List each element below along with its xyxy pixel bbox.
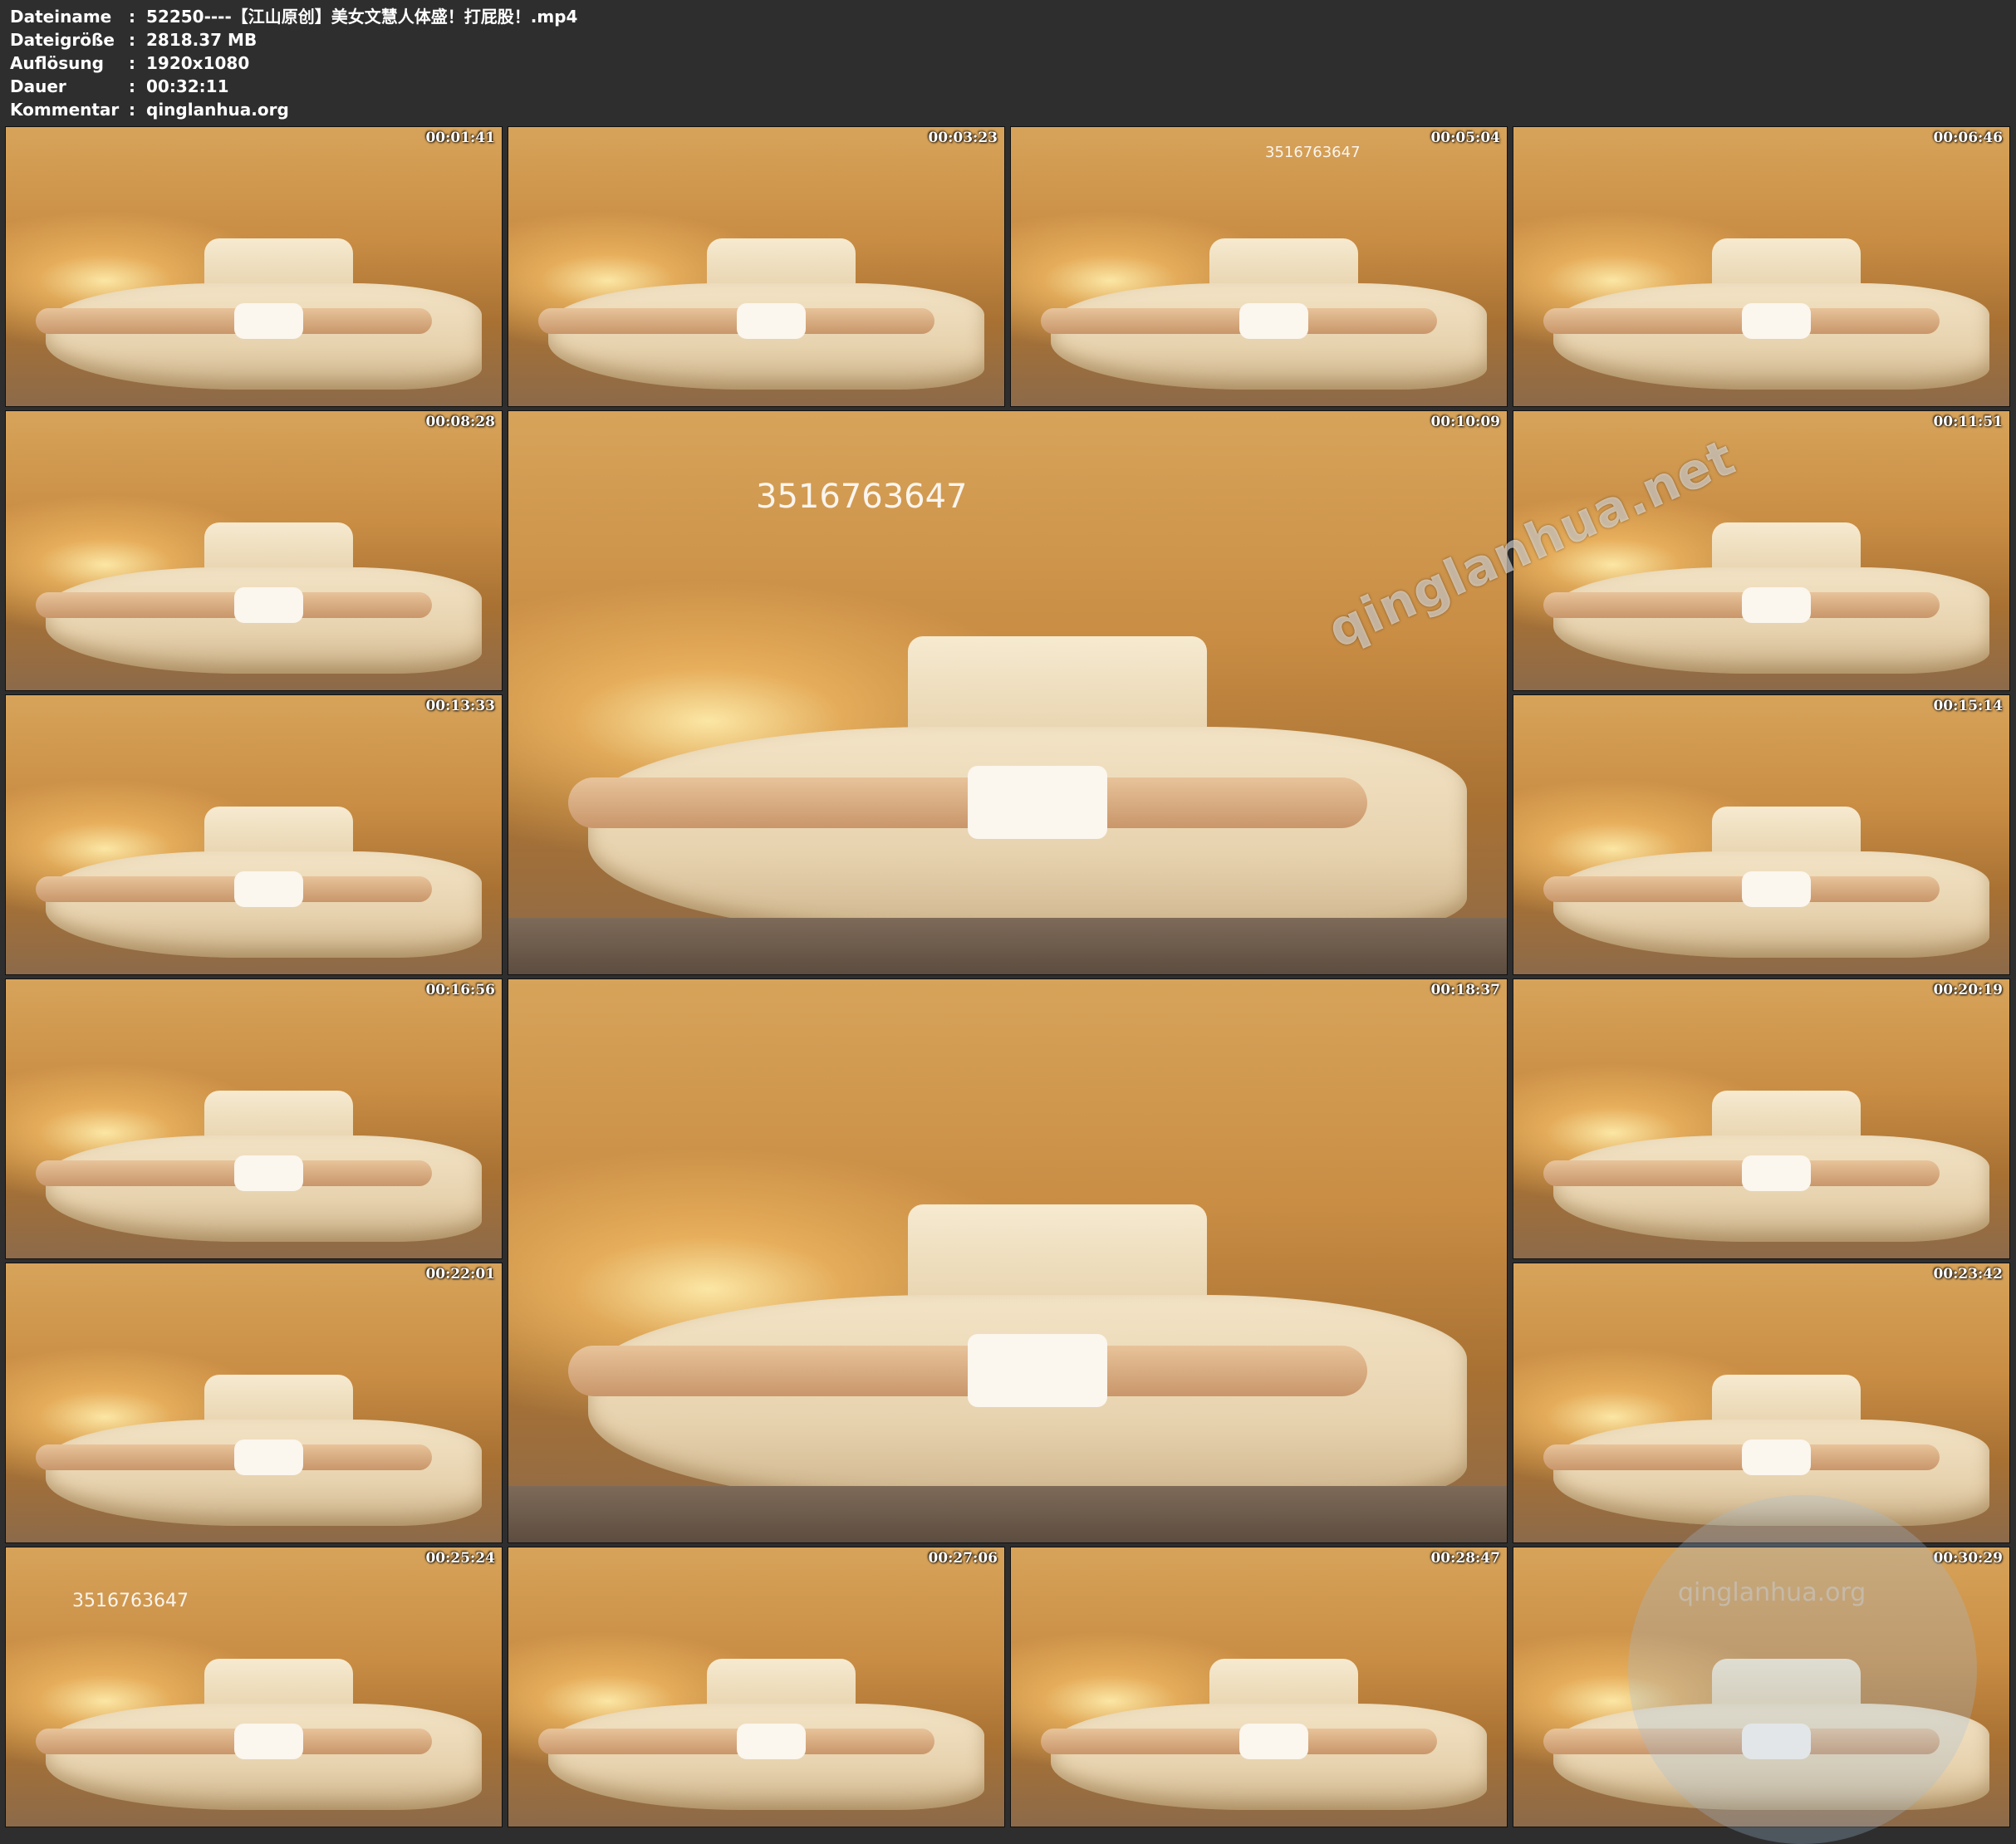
comment-value: qinglanhua.org xyxy=(146,100,289,120)
video-thumbnail-large: 00:18:37 xyxy=(508,978,1508,1543)
video-thumbnail: 00:27:06 xyxy=(508,1547,1005,1827)
watermark-logo xyxy=(1628,1495,1977,1844)
skirt xyxy=(233,1723,304,1760)
file-size-label: Dateigröße xyxy=(10,30,115,50)
video-thumbnail: 00:28:47 xyxy=(1010,1547,1508,1827)
skirt xyxy=(736,1723,807,1760)
comment-row: Kommentar : qinglanhua.org xyxy=(10,98,577,121)
duration-row: Dauer : 00:32:11 xyxy=(10,75,577,98)
timestamp: 00:28:47 xyxy=(1430,1550,1500,1567)
timestamp: 00:27:06 xyxy=(928,1550,998,1567)
skirt xyxy=(967,1334,1108,1408)
video-thumbnail-large: 3516763647 00:10:09 xyxy=(508,410,1508,975)
timestamp: 00:10:09 xyxy=(1430,414,1500,430)
video-thumbnail: 00:06:46 xyxy=(1513,126,2010,407)
timestamp: 00:08:28 xyxy=(425,414,495,430)
timestamp: 00:01:41 xyxy=(425,130,495,146)
video-thumbnail: 00:13:33 xyxy=(5,694,503,975)
timestamp: 00:06:46 xyxy=(1933,130,2003,146)
video-thumbnail: 00:15:14 xyxy=(1513,694,2010,975)
skirt xyxy=(233,302,304,340)
skirt xyxy=(233,871,304,908)
skirt xyxy=(233,1439,304,1476)
duration-label: Dauer xyxy=(10,76,66,96)
skirt xyxy=(1741,586,1812,624)
timestamp: 00:25:24 xyxy=(425,1550,495,1567)
skirt xyxy=(1741,302,1812,340)
resolution-value: 1920x1080 xyxy=(146,53,250,73)
video-thumbnail: 00:08:28 xyxy=(5,410,503,691)
floor xyxy=(508,918,1507,974)
timestamp: 00:15:14 xyxy=(1933,698,2003,714)
separator: : xyxy=(129,53,135,73)
skirt xyxy=(1741,1439,1812,1476)
resolution-row: Auflösung : 1920x1080 xyxy=(10,51,577,75)
timestamp: 00:03:23 xyxy=(928,130,998,146)
duration-value: 00:32:11 xyxy=(146,76,229,96)
skirt xyxy=(736,302,807,340)
file-name-value: 52250----【江山原创】美女文慧人体盛！打屁股！.mp4 xyxy=(146,7,578,27)
video-thumbnail: 00:03:23 xyxy=(508,126,1005,407)
resolution-label: Auflösung xyxy=(10,53,104,73)
timestamp: 00:05:04 xyxy=(1430,130,1500,146)
timestamp: 00:20:19 xyxy=(1933,982,2003,998)
skirt xyxy=(1239,1723,1309,1760)
comment-label: Kommentar xyxy=(10,100,120,120)
skirt xyxy=(1741,1155,1812,1192)
skirt xyxy=(1741,871,1812,908)
timestamp: 00:23:42 xyxy=(1933,1266,2003,1282)
timestamp: 00:30:29 xyxy=(1933,1550,2003,1567)
overlay-number: 3516763647 xyxy=(756,478,968,516)
bottom-watermark: qinglanhua.org xyxy=(1678,1578,1866,1607)
skirt xyxy=(1239,302,1309,340)
skirt xyxy=(967,766,1108,840)
separator: : xyxy=(129,30,135,50)
video-thumbnail: 3516763647 00:25:24 xyxy=(5,1547,503,1827)
video-thumbnail: 3516763647 00:05:04 xyxy=(1010,126,1508,407)
video-thumbnail: 00:16:56 xyxy=(5,978,503,1259)
file-name-label: Dateiname xyxy=(10,7,112,27)
video-thumbnail: 00:22:01 xyxy=(5,1263,503,1543)
file-name-row: Dateiname : 52250----【江山原创】美女文慧人体盛！打屁股！.… xyxy=(10,5,577,28)
video-thumbnail: 00:20:19 xyxy=(1513,978,2010,1259)
separator: : xyxy=(129,76,135,96)
timestamp: 00:22:01 xyxy=(425,1266,495,1282)
video-thumbnail: 00:01:41 xyxy=(5,126,503,407)
timestamp: 00:13:33 xyxy=(425,698,495,714)
file-size-row: Dateigröße : 2818.37 MB xyxy=(10,28,577,51)
file-info-panel: Dateiname : 52250----【江山原创】美女文慧人体盛！打屁股！.… xyxy=(10,5,577,121)
file-size-value: 2818.37 MB xyxy=(146,30,258,50)
timestamp: 00:18:37 xyxy=(1430,982,1500,998)
floor xyxy=(508,1486,1507,1542)
separator: : xyxy=(129,7,135,27)
overlay-number: 3516763647 xyxy=(72,1591,189,1611)
timestamp: 00:16:56 xyxy=(425,982,495,998)
skirt xyxy=(233,1155,304,1192)
overlay-number: 3516763647 xyxy=(1265,144,1361,161)
separator: : xyxy=(129,100,135,120)
skirt xyxy=(233,586,304,624)
timestamp: 00:11:51 xyxy=(1933,414,2003,430)
